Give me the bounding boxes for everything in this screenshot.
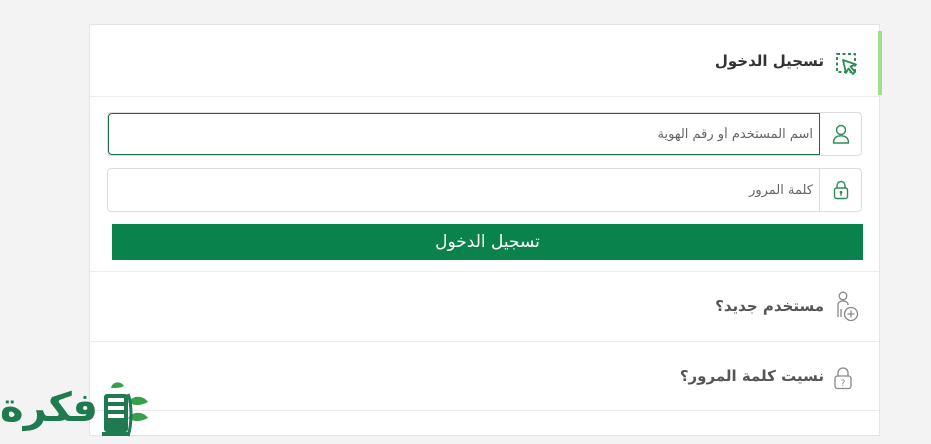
- book-leaf-icon: [98, 380, 152, 440]
- login-card: تسجيل الدخول تسجيل الدخول: [89, 24, 882, 436]
- add-user-icon: [835, 291, 859, 323]
- lock-question-icon: ?: [833, 366, 853, 390]
- forgot-password-link[interactable]: ? نسيت كلمة المرور؟: [90, 341, 879, 411]
- svg-text:?: ?: [841, 379, 846, 389]
- page-title: تسجيل الدخول: [714, 52, 824, 70]
- login-button[interactable]: تسجيل الدخول: [112, 224, 863, 260]
- password-field: [107, 168, 862, 212]
- username-field: [107, 112, 862, 156]
- user-icon: [819, 113, 861, 155]
- site-logo: فكرة: [0, 378, 152, 441]
- username-input[interactable]: [108, 113, 820, 155]
- new-user-label: مستخدم جديد؟: [715, 297, 824, 315]
- password-input[interactable]: [108, 169, 820, 211]
- accent-bar: [878, 31, 882, 95]
- lock-icon: [819, 169, 861, 211]
- logo-text: فكرة: [0, 385, 98, 431]
- forgot-password-label: نسيت كلمة المرور؟: [679, 367, 824, 385]
- cursor-select-icon: [836, 53, 858, 75]
- card-header: تسجيل الدخول: [90, 25, 882, 97]
- new-user-link[interactable]: مستخدم جديد؟: [90, 271, 879, 341]
